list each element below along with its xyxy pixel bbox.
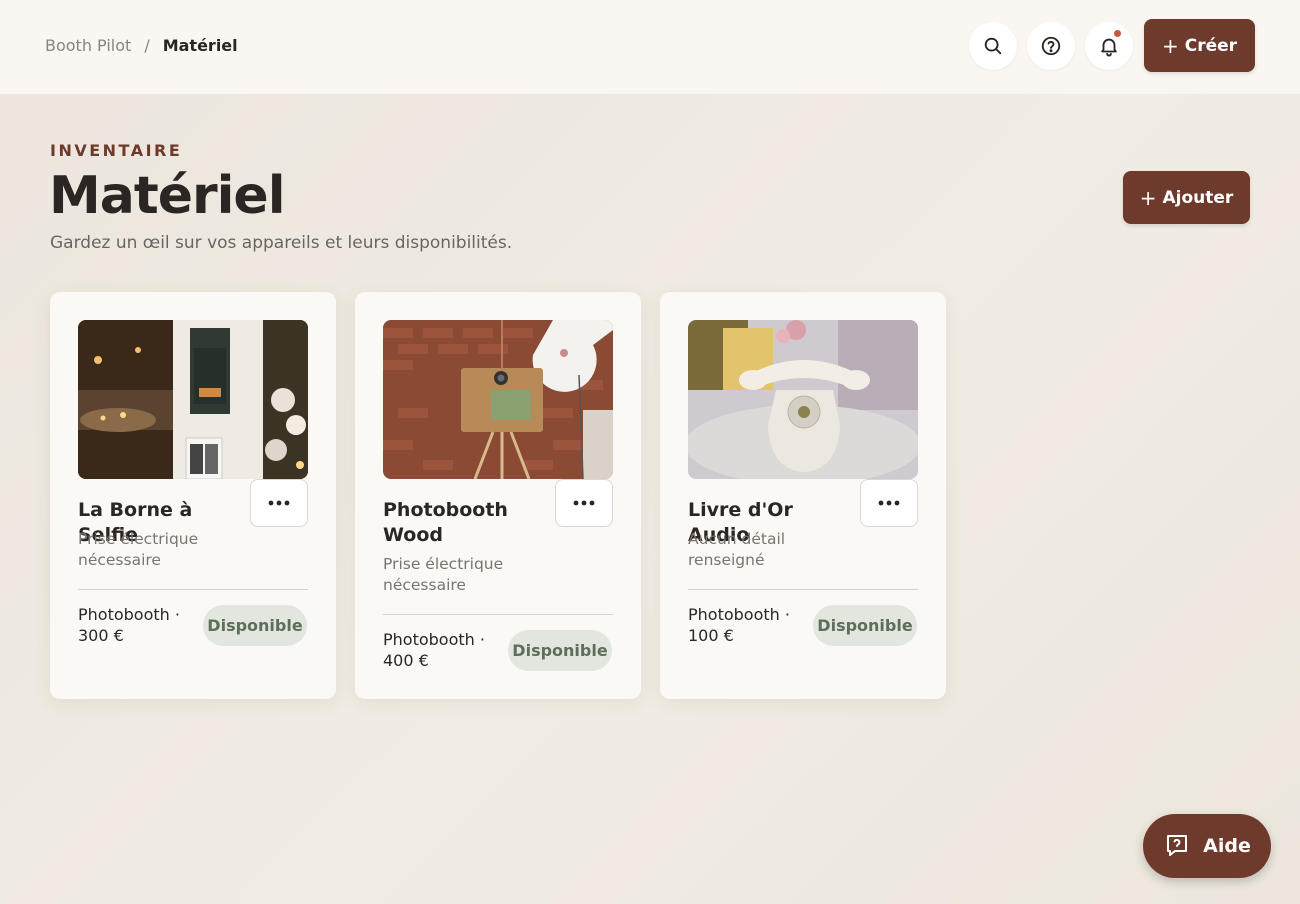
selfie-booth-photo: [78, 320, 308, 479]
status-badge: Disponible: [813, 605, 917, 646]
card-more-button[interactable]: [860, 479, 918, 527]
card-description: Aucun détail renseigné: [688, 530, 786, 569]
card-price: Photobooth · 300 €: [78, 605, 180, 645]
notification-dot: [1114, 30, 1121, 37]
breadcrumb: Booth Pilot / Matériel: [45, 36, 238, 55]
status-badge: Disponible: [508, 630, 612, 671]
equipment-card[interactable]: La Borne à Selfie Prise électrique néces…: [50, 292, 336, 699]
card-description: Prise électrique nécessaire: [383, 555, 504, 594]
breadcrumb-root-link[interactable]: Booth Pilot: [45, 36, 131, 55]
create-button-label: Créer: [1184, 35, 1238, 56]
wood-photobooth-photo: [383, 320, 613, 479]
search-button[interactable]: [969, 22, 1017, 70]
top-bar: Booth Pilot / Matériel + Créer: [0, 0, 1300, 94]
audio-guestbook-phone-photo: [688, 320, 918, 479]
add-button-label: Ajouter: [1162, 187, 1234, 208]
search-icon: [984, 37, 1002, 55]
card-description: Prise électrique nécessaire: [78, 530, 199, 569]
more-horizontal-icon: [573, 500, 595, 506]
plus-icon: +: [1161, 33, 1179, 58]
section-eyebrow: INVENTAIRE: [50, 141, 183, 160]
more-horizontal-icon: [268, 500, 290, 506]
help-button-label: Aide: [1203, 835, 1251, 857]
status-badge: Disponible: [203, 605, 307, 646]
equipment-card[interactable]: Livre d'Or Audio Aucun détail renseigné …: [660, 292, 946, 699]
card-more-button[interactable]: [250, 479, 308, 527]
bell-icon: [1101, 38, 1117, 57]
card-price: Photobooth · 400 €: [383, 630, 485, 670]
card-title: Photobooth Wood: [383, 499, 508, 546]
page-subtitle: Gardez un œil sur vos appareils et leurs…: [50, 233, 513, 253]
chat-icon: [1167, 835, 1188, 856]
card-price: Photobooth · 100 €: [688, 605, 790, 645]
card-divider: [688, 589, 918, 590]
create-button[interactable]: + Créer: [1144, 19, 1255, 72]
add-equipment-button[interactable]: + Ajouter: [1123, 171, 1250, 224]
plus-icon: +: [1139, 185, 1157, 210]
card-divider: [78, 589, 308, 590]
card-more-button[interactable]: [555, 479, 613, 527]
page-title: Matériel: [49, 166, 286, 226]
card-divider: [383, 614, 613, 615]
help-chat-button[interactable]: Aide: [1143, 814, 1271, 878]
equipment-card[interactable]: Photobooth Wood Prise électrique nécessa…: [355, 292, 641, 699]
notifications-button[interactable]: [1085, 22, 1133, 70]
help-center-button[interactable]: [1027, 22, 1075, 70]
breadcrumb-separator: /: [144, 36, 150, 55]
more-horizontal-icon: [878, 500, 900, 506]
help-circle-icon: [1041, 36, 1061, 56]
breadcrumb-current: Matériel: [162, 36, 238, 55]
